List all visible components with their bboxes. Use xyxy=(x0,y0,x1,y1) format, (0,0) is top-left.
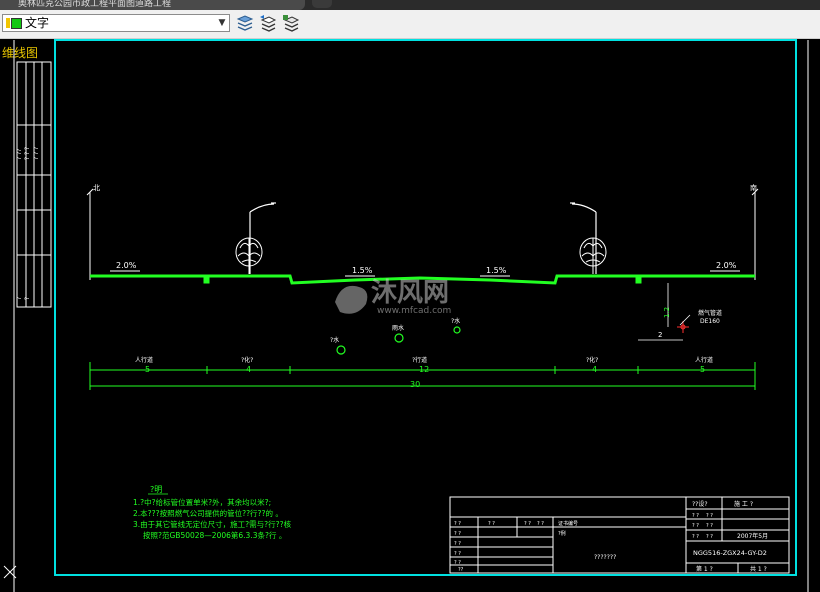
slope-left-inner: 1.5% xyxy=(352,266,373,275)
layer-states-icon xyxy=(283,15,300,32)
tb-cell-c3: ? ? xyxy=(692,534,699,540)
water-pipe-label: ?水 xyxy=(330,336,339,344)
tb-cert: 证书编号 xyxy=(558,520,578,527)
dim-label-5: 人行道 xyxy=(695,356,713,364)
tb-cell-r2: ? ? xyxy=(454,551,461,557)
gas-pipe-marker xyxy=(677,321,689,333)
water-pipe-icon xyxy=(336,345,346,355)
document-tab[interactable]: 奥林匹克公园市政工程平面图道路工程 xyxy=(0,0,305,10)
rain-pipe-icon xyxy=(394,333,404,343)
tb-cell-r1: ? ? xyxy=(454,541,461,547)
layers-toolbar: 文字 ▼ xyxy=(0,10,820,39)
layer-previous-button[interactable] xyxy=(259,14,277,32)
tb-date: 2007年5月 xyxy=(737,532,768,540)
new-tab-button[interactable] xyxy=(312,0,332,8)
dim-value-4: 4 xyxy=(592,365,597,374)
tb-cell-c1: ? ? xyxy=(692,513,699,519)
tb-scale: ?例 xyxy=(558,530,566,537)
notes-line-1: 1.?中?给标管位置单米?外，其余均以米?; xyxy=(133,497,271,507)
tb-cell-c7: ? ? xyxy=(454,521,461,527)
dim-value-2: 4 xyxy=(246,365,251,374)
north-label: 北 xyxy=(93,184,100,192)
watermark-name: 沐风网 xyxy=(371,278,449,308)
bulb-icon xyxy=(6,18,10,28)
sewage-pipe-label: ?水 xyxy=(451,317,460,325)
tb-chart-name: ??????? xyxy=(594,554,616,561)
left-strip-text-2: ? ? ? xyxy=(24,147,31,160)
notes-title: ?明 xyxy=(150,485,162,494)
layer-color-swatch xyxy=(11,18,22,29)
tree-icon xyxy=(579,237,607,274)
tree-icon xyxy=(235,237,263,274)
tb-cell-c8: ? ? xyxy=(488,521,495,527)
tb-cell-r3: ? ? xyxy=(454,560,461,566)
tb-sheets-total: 共 1 ? xyxy=(750,565,767,573)
make-object-layer-current-icon xyxy=(236,15,254,31)
make-object-layer-current-button[interactable] xyxy=(236,14,254,32)
tb-cell-c11: ? ? xyxy=(454,531,461,537)
gas-pipe-label: 燃气管道 xyxy=(698,309,722,317)
layer-name: 文字 xyxy=(25,16,50,30)
drawing-canvas[interactable]: 维线图 ? ?? ? ? ? ? ? ? ? ? 北 南 2.0% 1.5% 1… xyxy=(0,39,820,592)
dim-label-1: 人行道 xyxy=(135,356,153,364)
tb-stage: 施 工 ? xyxy=(734,500,753,508)
tb-drawing-no: NGG516-ZGX24-GY-D2 xyxy=(693,549,767,557)
gas-offset-vertical: 1.2 xyxy=(663,307,671,318)
gas-offset-horizontal: 2 xyxy=(658,331,662,339)
tb-design-unit: ??设? xyxy=(692,500,708,508)
watermark-url: www.mfcad.com xyxy=(377,306,451,316)
tb-sheet: 第 1 ? xyxy=(696,565,713,573)
layer-previous-icon xyxy=(260,15,277,32)
window-title-bar: 奥林匹克公园市政工程平面图道路工程 xyxy=(0,0,820,10)
tb-cell-c6: ? ? xyxy=(706,534,713,540)
left-strip-table xyxy=(16,61,52,308)
slope-right-outer: 2.0% xyxy=(716,261,737,270)
dim-value-5: 5 xyxy=(700,365,705,374)
tb-cell-sig: ?? xyxy=(458,567,464,573)
tb-cell-c4: ? ? xyxy=(706,513,713,519)
watermark: 沐风网 www.mfcad.com xyxy=(335,278,451,316)
slope-left-outer: 2.0% xyxy=(116,261,137,270)
dim-label-2: ?化? xyxy=(241,356,253,364)
left-strip-text-4: ? xyxy=(16,297,23,300)
slope-right-inner: 1.5% xyxy=(486,266,507,275)
left-strip-text-1: ? ?? xyxy=(16,149,23,160)
document-tab-title: 奥林匹克公园市政工程平面图道路工程 xyxy=(18,0,172,9)
gas-pipe-size: DE160 xyxy=(700,318,720,325)
cad-drawing: ? ?? ? ? ? ? ? ? ? ? 北 南 2.0% 1.5% 1.5% … xyxy=(3,39,809,592)
left-strip-text-5: ? xyxy=(24,297,31,300)
tb-cell-c2: ? ? xyxy=(692,523,699,529)
left-strip-text-3: ? ? ? xyxy=(33,147,40,160)
notes-line-3: 3.由于其它管线无定位尺寸，施工?需与?行??核 xyxy=(133,519,292,529)
total-width: 30 xyxy=(410,380,420,389)
tb-cell-c5: ? ? xyxy=(706,523,713,529)
dim-value-3: 12 xyxy=(419,365,429,374)
notes-line-4: 按照?范GB50028—2006第6.3.3条?行 。 xyxy=(143,530,286,540)
chevron-down-icon[interactable]: ▼ xyxy=(216,16,228,30)
tb-cell-c9: ? ? xyxy=(524,521,531,527)
dim-value-1: 5 xyxy=(145,365,150,374)
notes-line-2: 2.本???按照燃气公司提供的管位??行??的 。 xyxy=(133,508,283,518)
dim-label-3: ?行道 xyxy=(412,356,427,364)
tb-cell-c10: ? ? xyxy=(537,521,544,527)
sewage-pipe-icon xyxy=(453,326,461,334)
dim-label-4: ?化? xyxy=(586,356,598,364)
rain-pipe-label: 雨水 xyxy=(392,324,404,332)
layer-states-button[interactable] xyxy=(282,14,300,32)
south-label: 南 xyxy=(750,183,757,192)
layer-dropdown[interactable]: 文字 ▼ xyxy=(2,14,230,32)
